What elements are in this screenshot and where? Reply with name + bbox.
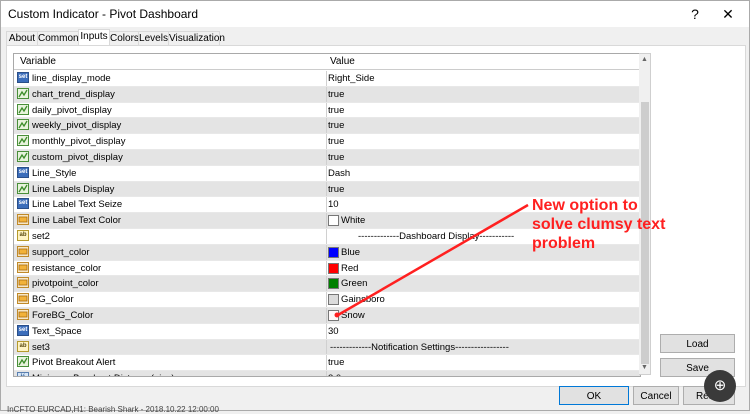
annotation-line-1: New option to	[532, 197, 638, 214]
annotation-text: New option to solve clumsy text problem	[532, 196, 665, 253]
annotation-line-2: solve clumsy text	[532, 216, 666, 233]
zoom-magnifier-icon[interactable]: ⊕	[704, 370, 736, 402]
annotation-line-3: problem	[532, 235, 596, 252]
